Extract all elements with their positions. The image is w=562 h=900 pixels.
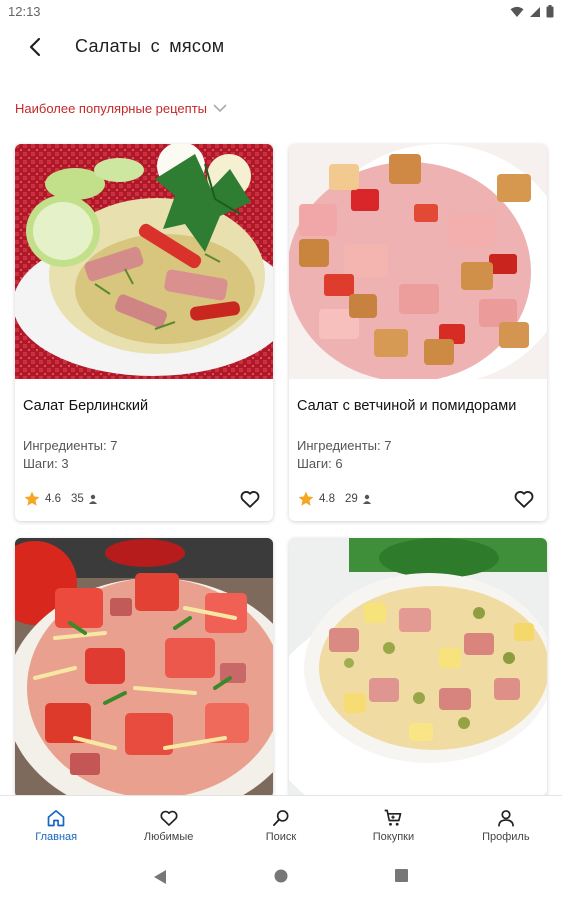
signal-icon — [530, 6, 540, 17]
nav-favorites[interactable]: Любимые — [112, 796, 224, 851]
system-recents-icon[interactable] — [395, 869, 408, 882]
recipe-rating-row: 4.6 35 — [23, 490, 98, 508]
nav-shopping-label: Покупки — [372, 831, 415, 843]
chevron-down-icon — [213, 104, 227, 113]
favorite-heart-icon[interactable] — [513, 488, 535, 510]
recipe-image — [15, 538, 273, 798]
home-icon — [47, 810, 65, 827]
search-icon — [273, 810, 289, 826]
recipe-card[interactable] — [15, 538, 273, 798]
system-home-icon[interactable] — [274, 869, 288, 883]
nav-search-label: Поиск — [265, 831, 297, 843]
heart-icon — [160, 810, 178, 826]
nav-profile[interactable]: Профиль — [450, 796, 562, 851]
person-icon — [362, 494, 371, 504]
system-navigation-bar — [0, 851, 562, 900]
nav-profile-label: Профиль — [482, 831, 530, 843]
rating-value: 4.8 — [319, 493, 335, 505]
profile-icon — [497, 810, 514, 827]
recipe-rating-row: 4.8 29 — [297, 490, 372, 508]
sort-dropdown[interactable]: Наиболее популярные рецепты — [15, 101, 227, 116]
recipe-card[interactable] — [289, 538, 547, 798]
status-bar: 12:13 — [0, 0, 562, 24]
battery-icon — [546, 5, 554, 18]
nav-favorites-label: Любимые — [143, 831, 194, 843]
rating-value: 4.6 — [45, 493, 61, 505]
wifi-icon — [510, 6, 524, 17]
recipe-image — [15, 144, 273, 379]
bottom-navigation: Главная Любимые Поиск Покупки Профиль — [0, 795, 562, 851]
favorite-heart-icon[interactable] — [239, 488, 261, 510]
recipe-ingredients: Ингредиенты: 7 — [297, 438, 392, 453]
recipe-title: Салат с ветчиной и помидорами — [297, 398, 517, 414]
recipe-card[interactable]: Салат Берлинский Ингредиенты: 7 Шаги: 3 … — [15, 144, 273, 521]
nav-search[interactable]: Поиск — [225, 796, 337, 851]
nav-home-label: Главная — [35, 831, 78, 843]
recipe-title: Салат Берлинский — [23, 398, 149, 414]
star-icon — [298, 491, 314, 506]
arrow-back-icon — [29, 37, 41, 57]
star-icon — [24, 491, 40, 506]
status-icons — [510, 5, 554, 18]
nav-home[interactable]: Главная — [0, 796, 112, 851]
recipe-steps: Шаги: 3 — [23, 456, 69, 471]
back-button[interactable] — [22, 34, 48, 60]
recipe-card[interactable]: Салат с ветчиной и помидорами Ингредиент… — [289, 144, 547, 521]
sort-label: Наиболее популярные рецепты — [15, 101, 207, 116]
app-bar: Салаты с мясом — [0, 24, 562, 70]
cart-icon — [385, 809, 402, 826]
recipe-image — [289, 538, 547, 798]
votes-count: 35 — [71, 493, 84, 505]
page-title: Салаты с мясом — [75, 36, 225, 56]
person-icon — [88, 494, 97, 504]
recipe-image — [289, 144, 547, 379]
votes-count: 29 — [345, 493, 358, 505]
recipe-steps: Шаги: 6 — [297, 456, 343, 471]
system-back-icon[interactable] — [153, 869, 167, 885]
recipe-ingredients: Ингредиенты: 7 — [23, 438, 118, 453]
nav-shopping[interactable]: Покупки — [337, 796, 449, 851]
status-time: 12:13 — [8, 4, 41, 19]
